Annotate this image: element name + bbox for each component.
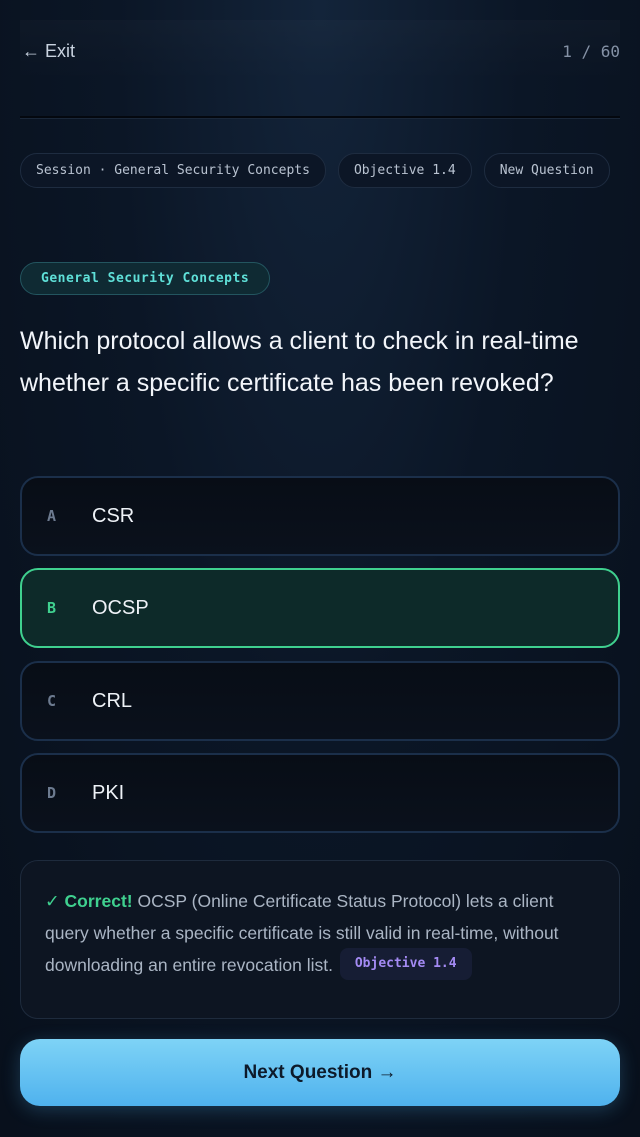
option-text: CSR (92, 504, 135, 527)
category-badge: General Security Concepts (20, 262, 271, 295)
option-letter: D (47, 784, 57, 802)
option-letter: B (47, 599, 57, 617)
meta-chips: Session · General Security Concepts Obje… (20, 153, 620, 188)
question-counter: 1 / 60 (562, 41, 620, 61)
option-text: OCSP (92, 596, 149, 619)
feedback-objective-chip: Objective 1.4 (339, 948, 472, 981)
feedback-panel: ✓ Correct! OCSP (Online Certificate Stat… (20, 860, 620, 1019)
header-divider (20, 116, 620, 119)
option-b[interactable]: B OCSP (20, 568, 620, 648)
option-letter: A (47, 507, 57, 525)
option-text: PKI (92, 781, 125, 804)
top-bar: ← Exit 1 / 60 (20, 20, 620, 82)
feedback-status: ✓ Correct! (45, 891, 133, 911)
option-letter: C (47, 692, 57, 710)
session-chip: Session · General Security Concepts (20, 153, 326, 188)
option-text: CRL (92, 689, 133, 712)
next-question-button[interactable]: Next Question → (20, 1039, 620, 1106)
new-question-chip: New Question (483, 153, 610, 188)
question-text: Which protocol allows a client to check … (20, 327, 579, 397)
exit-button[interactable]: ← Exit (20, 41, 75, 62)
option-d[interactable]: D PKI (20, 753, 620, 833)
option-c[interactable]: C CRL (20, 661, 620, 741)
objective-chip: Objective 1.4 (337, 153, 472, 188)
option-a[interactable]: A CSR (20, 476, 620, 556)
